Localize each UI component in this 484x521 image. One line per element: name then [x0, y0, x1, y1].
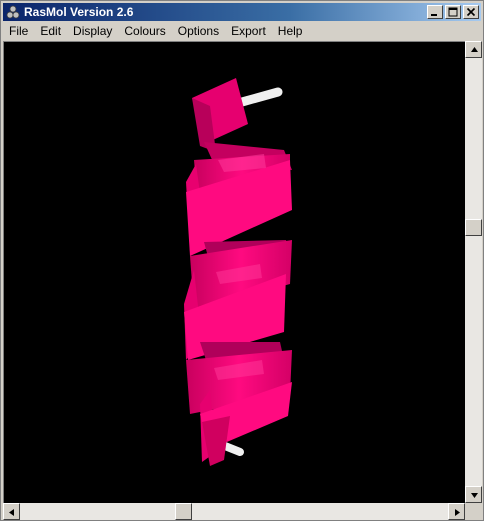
- molecule-viewport[interactable]: [3, 41, 465, 503]
- minimize-icon: [431, 14, 437, 16]
- close-button[interactable]: [463, 5, 479, 19]
- maximize-icon: [448, 7, 458, 17]
- menu-help[interactable]: Help: [272, 22, 309, 40]
- minimize-button[interactable]: [427, 5, 443, 19]
- molecule-render: [184, 78, 292, 466]
- rasmol-window: RasMol Version 2.6 File Edit Display Col…: [0, 0, 484, 521]
- arrow-down-icon: [471, 493, 478, 498]
- menu-export[interactable]: Export: [225, 22, 272, 40]
- rasmol-app-icon[interactable]: [6, 5, 20, 19]
- maximize-button[interactable]: [445, 5, 461, 19]
- title-buttons: [427, 5, 479, 19]
- scroll-down-button[interactable]: [465, 486, 482, 503]
- scroll-left-button[interactable]: [3, 503, 20, 520]
- bond-stick-top: [237, 87, 283, 107]
- menu-edit[interactable]: Edit: [34, 22, 67, 40]
- vertical-scrollbar[interactable]: [465, 41, 482, 503]
- menu-options[interactable]: Options: [172, 22, 225, 40]
- menu-display[interactable]: Display: [67, 22, 118, 40]
- arrow-right-icon: [455, 509, 460, 516]
- horizontal-scroll-thumb[interactable]: [175, 503, 192, 520]
- arrow-up-icon: [471, 47, 478, 52]
- menu-colours[interactable]: Colours: [118, 22, 171, 40]
- menu-bar: File Edit Display Colours Options Export…: [3, 22, 481, 40]
- menu-file[interactable]: File: [3, 22, 34, 40]
- close-icon: [466, 7, 476, 17]
- vertical-scroll-thumb[interactable]: [465, 219, 482, 236]
- scroll-up-button[interactable]: [465, 41, 482, 58]
- scrollbar-corner: [465, 503, 482, 520]
- horizontal-scrollbar[interactable]: [3, 503, 465, 520]
- scroll-right-button[interactable]: [448, 503, 465, 520]
- window-title: RasMol Version 2.6: [24, 5, 134, 19]
- arrow-left-icon: [9, 509, 14, 516]
- title-bar[interactable]: RasMol Version 2.6: [3, 3, 481, 21]
- helix-ribbon: [184, 78, 292, 466]
